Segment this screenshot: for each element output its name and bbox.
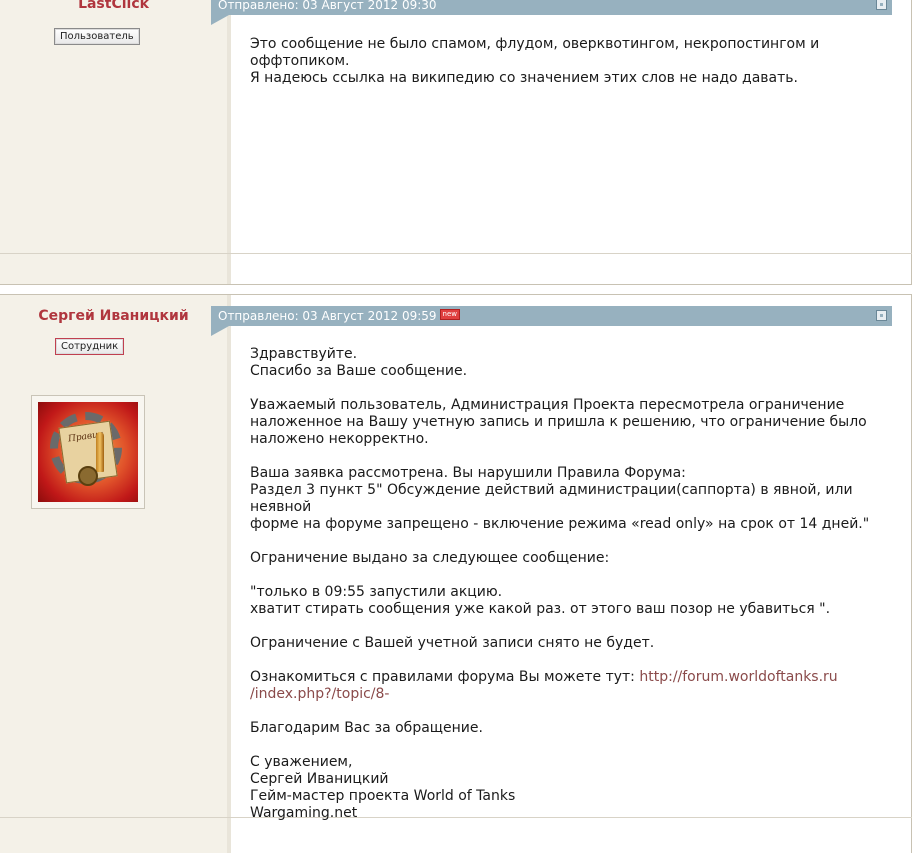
role-badge-user[interactable]: Пользователь (54, 28, 140, 45)
author-name[interactable]: Сергей Иваницкий (0, 308, 227, 324)
shell-icon (96, 432, 104, 472)
post-body: Это сообщение не было спамом, флудом, ов… (250, 36, 820, 86)
avatar[interactable]: Правил (31, 395, 145, 509)
emblem-icon (78, 466, 98, 486)
post-select-icon[interactable] (876, 310, 887, 321)
post-body-text-end: Благодарим Вас за обращение. С уважением… (250, 720, 516, 821)
post-frame-right (911, 294, 912, 853)
post-footer-line (0, 253, 912, 254)
post-body: Здравствуйте. Спасибо за Ваше сообщение.… (250, 346, 910, 822)
post-body-text: Здравствуйте. Спасибо за Ваше сообщение.… (250, 346, 870, 685)
post-frame-right (911, 0, 912, 285)
post-frame-bottom (0, 284, 912, 285)
bar-tail (211, 326, 229, 336)
bar-tail (211, 15, 229, 25)
post-timestamp[interactable]: Отправлено: 03 Август 2012 09:30 (218, 0, 437, 12)
post-header-bar: Отправлено: 03 Август 2012 09:30 (211, 0, 892, 25)
author-column (0, 295, 227, 853)
role-badge-staff[interactable]: Сотрудник (55, 338, 125, 355)
post-select-icon[interactable] (876, 0, 887, 10)
new-badge: new (439, 309, 460, 320)
column-divider (227, 0, 231, 285)
column-divider (227, 295, 231, 853)
avatar-image: Правил (38, 402, 138, 502)
author-name[interactable]: LastClick (0, 0, 227, 12)
post-timestamp[interactable]: Отправлено: 03 Август 2012 09:59 (218, 309, 437, 323)
post-header-bar: Отправлено: 03 Август 2012 09:59 new (211, 306, 892, 336)
